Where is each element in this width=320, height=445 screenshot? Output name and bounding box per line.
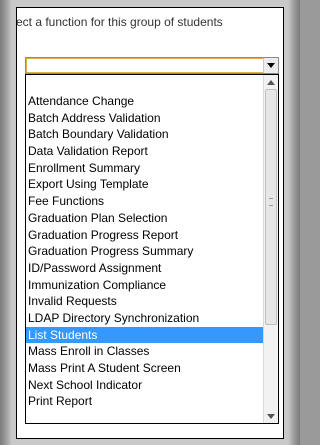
list-option[interactable]: Graduation Progress Report <box>26 227 264 244</box>
scroll-up-icon[interactable] <box>264 75 278 89</box>
function-options: Attendance Change Batch Address Validatio… <box>26 93 264 410</box>
list-option[interactable]: Export Using Template <box>26 176 264 193</box>
list-option[interactable]: Immunization Compliance <box>26 277 264 294</box>
list-scrollbar[interactable] <box>263 75 278 423</box>
list-option[interactable]: Enrollment Summary <box>26 160 264 177</box>
list-option[interactable]: Data Validation Report <box>26 143 264 160</box>
scroll-thumb[interactable] <box>265 89 277 325</box>
list-option[interactable]: Print Report <box>26 393 264 410</box>
list-option[interactable]: Mass Print A Student Screen <box>26 360 264 377</box>
function-panel: ect a function for this group of student… <box>16 7 284 439</box>
list-option[interactable]: Fee Functions <box>26 193 264 210</box>
list-option[interactable]: ID/Password Assignment <box>26 260 264 277</box>
scroll-down-icon[interactable] <box>264 409 278 423</box>
list-option-selected[interactable]: List Students <box>26 326 264 344</box>
list-option[interactable]: Graduation Plan Selection <box>26 210 264 227</box>
function-dropdown-list[interactable]: Attendance Change Batch Address Validatio… <box>25 74 279 424</box>
list-option[interactable]: Invalid Requests <box>26 293 264 310</box>
list-option[interactable]: LDAP Directory Synchronization <box>26 310 264 327</box>
dropdown-arrow-icon[interactable] <box>263 58 278 73</box>
list-option[interactable]: Next School Indicator <box>26 377 264 394</box>
list-option[interactable]: Batch Address Validation <box>26 110 264 127</box>
list-option[interactable]: Batch Boundary Validation <box>26 126 264 143</box>
list-option[interactable]: Attendance Change <box>26 93 264 110</box>
function-select[interactable] <box>25 57 279 74</box>
instruction-heading: ect a function for this group of student… <box>16 15 223 29</box>
list-option[interactable]: Mass Enroll in Classes <box>26 343 264 360</box>
list-option[interactable]: Graduation Progress Summary <box>26 243 264 260</box>
